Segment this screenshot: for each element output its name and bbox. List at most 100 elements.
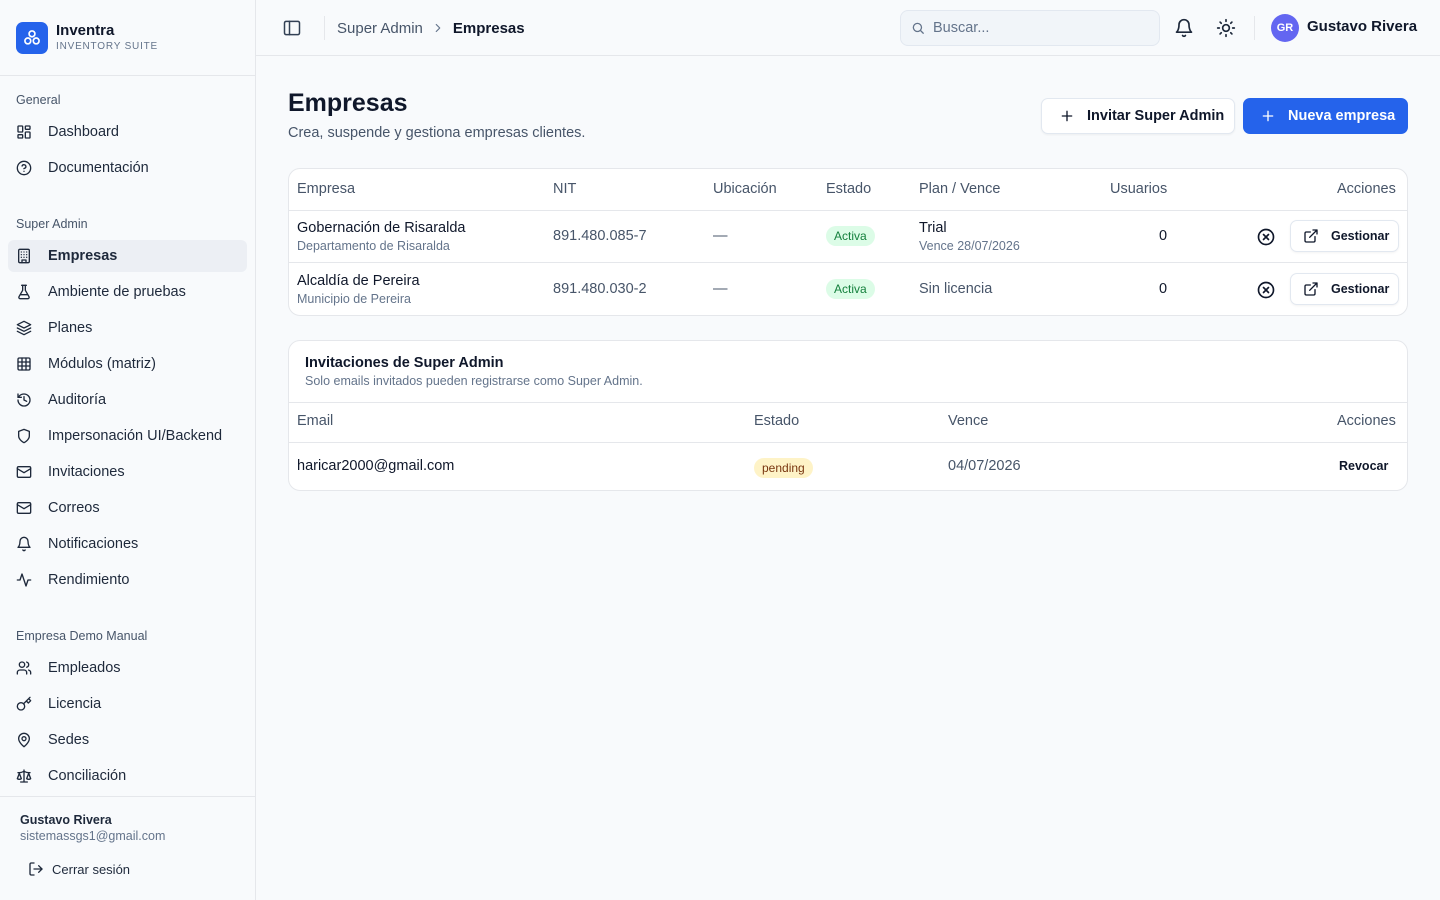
new-button-label: Nueva empresa <box>1288 108 1396 124</box>
sidebar-item-label: Empresas <box>48 248 118 264</box>
sidebar-item-label: Rendimiento <box>48 572 130 588</box>
map-pin-icon <box>18 732 30 748</box>
sidebar-item-label: Sedes <box>48 732 90 748</box>
sidebar-item-sedes[interactable]: Sedes <box>8 724 247 756</box>
company-location: — <box>713 228 728 244</box>
sidebar-item-impersonacion[interactable]: Impersonación UI/Backend <box>8 420 247 452</box>
manage-button-label: Gestionar <box>1331 282 1390 296</box>
sidebar-item-modulos[interactable]: Módulos (matriz) <box>8 348 247 380</box>
manage-button[interactable]: Gestionar <box>1290 273 1399 305</box>
mail-icon <box>16 502 32 514</box>
column-header: Acciones <box>1337 413 1396 429</box>
companies-table: Empresa NIT Ubicación Estado Plan / Venc… <box>288 168 1408 316</box>
dashboard-icon <box>17 125 31 139</box>
invitations-subtitle: Solo emails invitados pueden registrarse… <box>305 374 643 388</box>
column-header: Estado <box>826 181 872 197</box>
search-icon <box>912 22 924 34</box>
sidebar-item-licencia[interactable]: Licencia <box>8 688 247 720</box>
breadcrumb: Super Admin Empresas <box>337 18 525 38</box>
plan-expiry: Vence 28/07/2026 <box>919 239 1020 253</box>
invite-expiry: 04/07/2026 <box>948 458 1021 474</box>
sidebar-item-planes[interactable]: Planes <box>8 312 247 344</box>
avatar[interactable]: GR <box>1271 14 1299 42</box>
column-header: Email <box>297 413 334 429</box>
logout-button[interactable]: Cerrar sesión <box>20 859 130 879</box>
sun-icon[interactable] <box>1216 18 1236 38</box>
header-user-name[interactable]: Gustavo Rivera <box>1307 18 1417 35</box>
plus-icon <box>1262 110 1274 122</box>
company-name: Alcaldía de Pereira <box>297 273 420 289</box>
column-header: Ubicación <box>713 181 777 197</box>
group-label-general: General <box>16 93 61 107</box>
sidebar-item-notificaciones[interactable]: Notificaciones <box>8 528 247 560</box>
company-nit: 891.480.030-2 <box>553 281 647 297</box>
group-label-empresa-demo: Empresa Demo Manual <box>16 629 148 643</box>
sidebar-user-email: sistemassgs1@gmail.com <box>20 829 166 843</box>
bell-icon[interactable] <box>1174 18 1194 38</box>
column-header: Usuarios <box>1110 181 1168 197</box>
row-divider <box>289 402 1407 403</box>
invite-super-admin-button[interactable]: Invitar Super Admin <box>1041 98 1235 134</box>
sidebar-toggle-icon[interactable] <box>282 18 302 38</box>
header-divider <box>324 16 325 40</box>
plus-icon <box>1061 110 1073 122</box>
search-box <box>900 10 1160 46</box>
sidebar-item-ambiente-pruebas[interactable]: Ambiente de pruebas <box>8 276 247 308</box>
sidebar-footer: Gustavo Rivera sistemassgs1@gmail.com Ce… <box>0 796 255 900</box>
breadcrumb-current: Empresas <box>452 19 525 37</box>
company-location: — <box>713 281 728 297</box>
plan-name: Trial <box>919 220 947 236</box>
logout-label: Cerrar sesión <box>52 861 131 877</box>
group-label-super-admin: Super Admin <box>16 217 88 231</box>
external-link-icon <box>1304 229 1318 243</box>
help-circle-icon <box>16 160 32 176</box>
column-header: Estado <box>754 413 800 429</box>
activity-icon <box>16 573 32 587</box>
flask-icon <box>18 284 30 300</box>
grid-table-icon <box>17 357 31 371</box>
breadcrumb-parent[interactable]: Super Admin <box>337 20 423 37</box>
logout-icon <box>29 862 43 876</box>
plan-name: Sin licencia <box>919 281 993 297</box>
bell-icon <box>17 536 31 552</box>
page-title: Empresas <box>288 89 408 117</box>
building-icon <box>18 248 30 264</box>
new-company-button[interactable]: Nueva empresa <box>1243 98 1408 134</box>
suspend-circle-x-icon[interactable] <box>1256 280 1276 300</box>
sidebar-item-label: Ambiente de pruebas <box>48 284 186 300</box>
sidebar-item-conciliacion[interactable]: Conciliación <box>8 760 247 792</box>
shield-icon <box>18 428 30 444</box>
sidebar-item-label: Impersonación UI/Backend <box>48 428 223 444</box>
sidebar-item-label: Dashboard <box>48 124 119 140</box>
sidebar-item-label: Empleados <box>48 660 121 676</box>
invite-email: haricar2000@gmail.com <box>297 458 455 474</box>
sidebar-item-documentacion[interactable]: Documentación <box>8 152 247 184</box>
users-icon <box>16 661 32 675</box>
sidebar-item-invitaciones[interactable]: Invitaciones <box>8 456 247 488</box>
suspend-circle-x-icon[interactable] <box>1256 227 1276 247</box>
invitations-card: Invitaciones de Super Admin Solo emails … <box>288 340 1408 491</box>
manage-button[interactable]: Gestionar <box>1290 220 1399 252</box>
brand: Inventra INVENTORY SUITE <box>0 0 255 76</box>
revoke-button[interactable]: Revocar <box>1339 459 1388 473</box>
status-badge: pending <box>754 458 813 478</box>
manage-button-label: Gestionar <box>1331 229 1390 243</box>
sidebar-item-label: Conciliación <box>48 768 127 784</box>
column-header: NIT <box>553 181 577 197</box>
search-input[interactable] <box>933 20 1133 36</box>
sidebar-item-label: Correos <box>48 500 100 516</box>
sidebar-item-auditoria[interactable]: Auditoría <box>8 384 247 416</box>
chevron-right-icon <box>435 23 441 33</box>
column-header: Acciones <box>1337 181 1396 197</box>
sidebar-item-label: Planes <box>48 320 93 336</box>
invite-button-label: Invitar Super Admin <box>1087 108 1225 124</box>
sidebar-item-dashboard[interactable]: Dashboard <box>8 116 247 148</box>
brand-name: Inventra <box>56 21 115 39</box>
sidebar-item-rendimiento[interactable]: Rendimiento <box>8 564 247 596</box>
scale-icon <box>16 769 32 783</box>
header-divider <box>1254 16 1255 40</box>
sidebar-item-empleados[interactable]: Empleados <box>8 652 247 684</box>
sidebar-item-correos[interactable]: Correos <box>8 492 247 524</box>
sidebar-item-empresas[interactable]: Empresas <box>8 240 247 272</box>
company-nit: 891.480.085-7 <box>553 228 647 244</box>
